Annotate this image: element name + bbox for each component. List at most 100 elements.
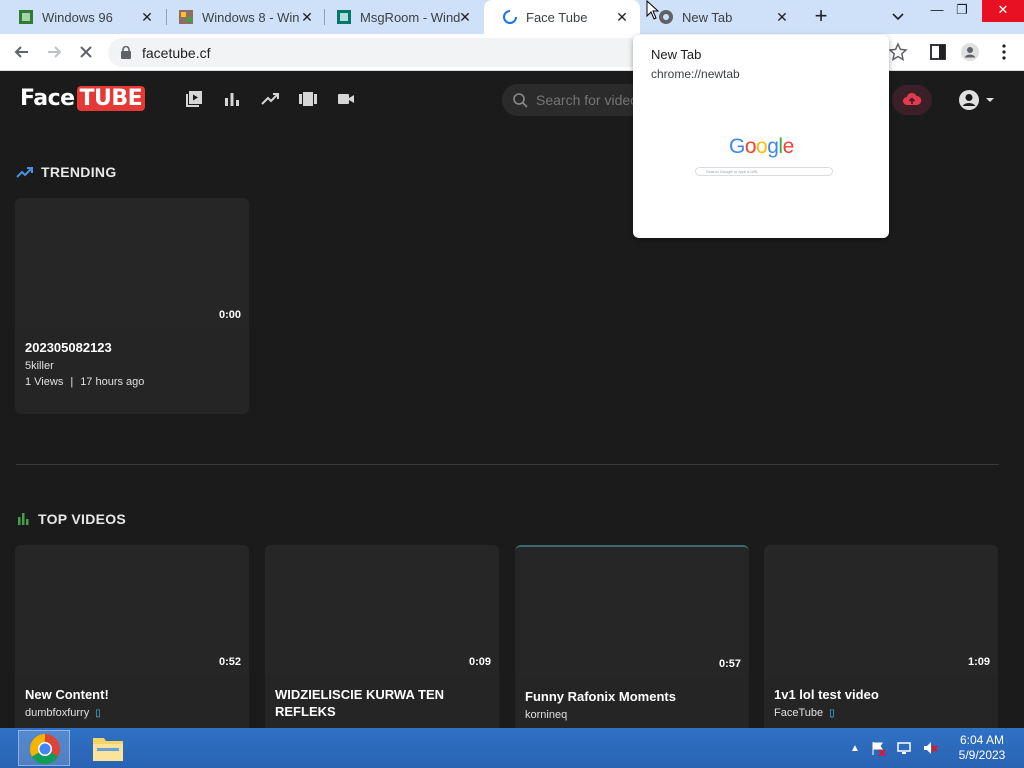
trending-heading: TRENDING [16,162,117,182]
search-bar[interactable] [502,84,642,116]
video-card[interactable]: 0:09 WIDZIELISCIE KURWA TEN REFLEKS [265,545,499,728]
video-card[interactable]: 0:57 Funny Rafonix Moments kornineq [515,545,749,728]
video-title[interactable]: Funny Rafonix Moments [525,688,739,705]
video-author-row: dumbfoxfurry ▯ [25,707,101,719]
video-author[interactable]: 5killer [25,360,54,372]
network-icon[interactable] [896,740,912,756]
video-author-row: FaceTube ▯ [774,707,835,719]
video-thumbnail[interactable] [15,198,249,328]
google-logo: Google [729,135,794,158]
show-hidden-icons-icon[interactable]: ▲ [850,743,860,754]
windows8-favicon [179,10,193,24]
video-duration: 1:09 [967,656,990,668]
video-duration: 0:57 [718,658,741,670]
folder-icon [93,738,123,761]
side-panel-icon[interactable] [928,42,948,62]
top-videos-label: TOP VIDEOS [38,511,127,527]
system-tray: ▲ [850,738,938,758]
tab-msgroom[interactable]: MsgRoom - Wind ✕ [318,0,483,34]
taskbar: ▲ 6:04 AM 5/9/2023 [0,728,1024,768]
logo-face-text: Face [20,86,75,111]
account-menu-button[interactable] [958,89,998,113]
video-thumbnail[interactable] [764,545,998,675]
video-author[interactable]: dumbfoxfurry [25,707,89,719]
tab-windows8[interactable]: Windows 8 - Win ✕ [160,0,325,34]
chevron-down-icon[interactable] [888,8,908,26]
playlist-icon[interactable] [184,89,204,109]
tab-newtab[interactable]: New Tab ✕ [640,0,800,34]
upload-button[interactable] [892,85,932,115]
restore-icon[interactable]: ❐ [947,0,977,22]
stop-loading-icon[interactable] [76,42,96,62]
video-title[interactable]: 1v1 lol test video [774,686,988,703]
account-circle-icon [959,90,979,110]
clock-time: 6:04 AM [959,733,1005,747]
close-icon[interactable]: ✕ [299,9,315,25]
tab-strip: Windows 96 ✕ Windows 8 - Win ✕ MsgRoom -… [0,0,1024,34]
tab-hover-card: New Tab chrome://newtab Google Search Go… [633,35,889,238]
logo-tube-text: TUBE [76,86,146,111]
video-age: 17 hours ago [80,376,145,388]
caret-down-icon [986,98,994,102]
video-title[interactable]: 202305082123 [25,339,239,356]
video-thumbnail[interactable] [515,547,749,677]
meta-separator: | [70,376,74,388]
trending-icon[interactable] [260,89,280,109]
kebab-menu-icon[interactable] [994,42,1014,62]
close-icon[interactable]: ✕ [774,9,790,25]
clock[interactable]: 6:04 AM 5/9/2023 [950,733,1014,763]
hover-card-title: New Tab [651,47,702,62]
video-author[interactable]: kornineq [525,709,567,721]
verified-icon: ▯ [829,708,835,719]
video-title[interactable]: New Content! [25,686,239,703]
star-icon[interactable] [888,42,908,62]
preview-search-bar: Search Google or type a URL [695,167,833,176]
action-center-flag-icon[interactable] [870,740,886,756]
tab-facetube[interactable]: Face Tube ✕ [484,0,640,34]
close-icon[interactable]: ✕ [457,9,473,25]
search-icon [513,93,528,108]
top-videos-heading: TOP VIDEOS [16,509,126,529]
trending-icon [16,167,33,178]
loading-spinner-icon [503,10,517,24]
profile-icon[interactable] [960,42,980,62]
chrome-taskbar-button[interactable] [18,730,70,766]
close-icon[interactable]: ✕ [139,9,155,25]
carousel-icon[interactable] [298,89,318,109]
video-card[interactable]: 0:52 New Content! dumbfoxfurry ▯ [15,545,249,728]
url-text[interactable]: facetube.cf [142,45,211,61]
video-duration: 0:09 [468,656,491,668]
new-tab-plus-icon[interactable]: + [810,5,832,28]
video-card[interactable]: 0:00 202305082123 5killer 1 Views | 17 hou… [15,198,249,414]
msgroom-favicon [337,10,351,24]
chrome-icon [29,734,60,765]
video-author[interactable]: FaceTube [774,707,823,719]
section-divider [16,464,999,465]
window-close-icon[interactable]: ✕ [982,0,1024,22]
video-camera-icon[interactable] [336,89,356,109]
video-thumbnail[interactable] [265,545,499,675]
file-explorer-taskbar-button[interactable] [82,730,134,766]
lock-icon[interactable] [120,46,132,59]
verified-icon: ▯ [95,708,101,719]
back-arrow-icon[interactable] [12,42,32,62]
search-input[interactable] [536,90,636,110]
trending-label: TRENDING [41,164,117,180]
close-icon[interactable]: ✕ [614,9,630,25]
bar-chart-icon [18,513,29,525]
volume-muted-icon[interactable] [922,740,938,756]
tab-windows96[interactable]: Windows 96 ✕ [0,0,165,34]
hover-card-preview: Google Search Google or type a URL [689,129,835,185]
video-duration: 0:00 [218,309,241,321]
facetube-logo[interactable]: Face TUBE [20,86,146,111]
video-title[interactable]: WIDZIELISCIE KURWA TEN REFLEKS [275,686,489,720]
hover-card-url: chrome://newtab [651,67,740,81]
forward-arrow-icon[interactable] [44,42,64,62]
windows96-favicon [19,10,33,24]
bar-chart-icon[interactable] [222,89,242,109]
chrome-favicon [659,10,673,24]
cloud-upload-icon [903,92,922,105]
clock-date: 5/9/2023 [958,748,1006,762]
video-card[interactable]: 1:09 1v1 lol test video FaceTube ▯ [764,545,998,728]
video-thumbnail[interactable] [15,545,249,675]
